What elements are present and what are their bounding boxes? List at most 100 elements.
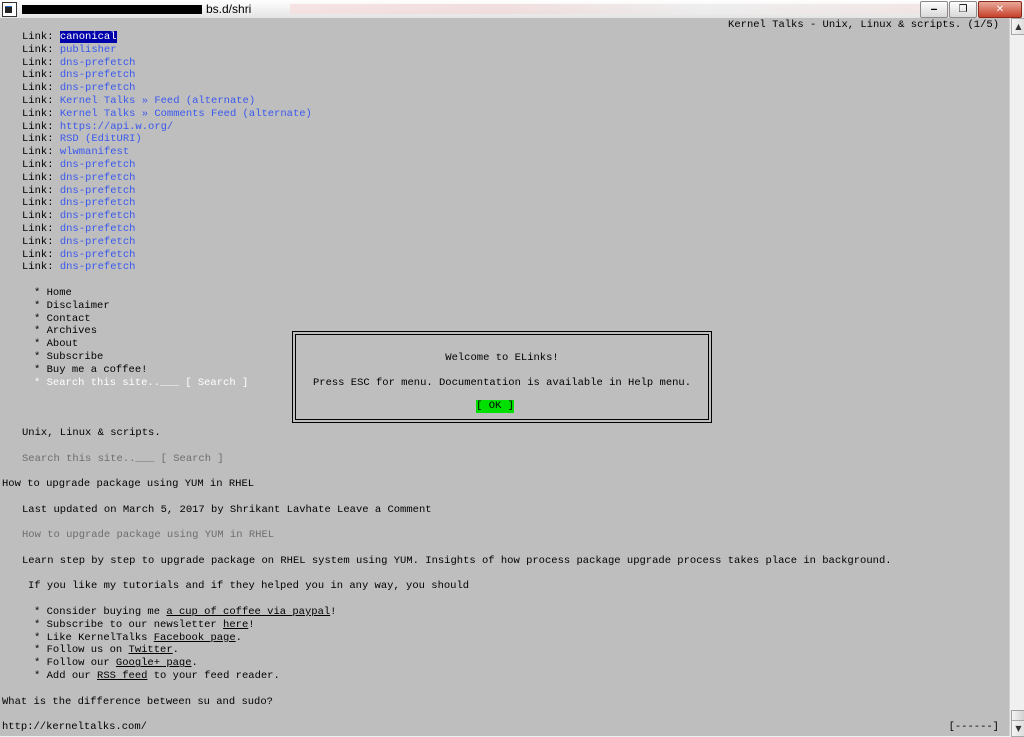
title-blur [290, 4, 980, 14]
cta-text: to your feed reader. [147, 670, 280, 682]
link-item[interactable]: dns-prefetch [60, 197, 136, 209]
bullet: * [34, 657, 47, 670]
link-row: Link: dns-prefetch [22, 185, 135, 198]
tutorial-line: If you like my tutorials and if they hel… [28, 580, 470, 592]
nav-item-label: Buy me a coffee! [46, 363, 148, 376]
link-item[interactable]: canonical [59, 31, 117, 43]
cta-item: * Like KernelTalks Facebook page. [34, 632, 242, 645]
link-item[interactable]: RSD (EditURI) [60, 133, 142, 145]
search-form[interactable]: Search this site..___ [ Search ] [22, 453, 224, 466]
nav-item[interactable]: * Disclaimer [34, 300, 110, 313]
cta-text: Add our [46, 670, 98, 682]
nav-item[interactable]: * Subscribe [34, 351, 103, 364]
link-item[interactable]: dns-prefetch [60, 82, 136, 94]
link-item[interactable]: Kernel Talks » Feed (alternate) [60, 95, 255, 107]
nav-item[interactable]: * Home [34, 287, 72, 300]
link-item[interactable]: dns-prefetch [60, 261, 136, 273]
close-button[interactable]: ✕ [978, 1, 1022, 18]
link-item[interactable]: https://api.w.org/ [60, 121, 173, 133]
bullet: * [34, 287, 47, 299]
link-item[interactable]: dns-prefetch [60, 185, 136, 197]
link-item[interactable]: dns-prefetch [60, 236, 136, 248]
post-intro: Learn step by step to upgrade package on… [22, 555, 892, 567]
cta-text: Follow us on [46, 644, 129, 657]
link-prefix: Link: [22, 235, 60, 248]
cta-link[interactable]: Google+ page [116, 657, 192, 669]
nav-item-label: Subscribe [46, 351, 104, 363]
terminal-icon[interactable] [2, 2, 17, 17]
link-item[interactable]: publisher [60, 44, 117, 56]
link-row: Link: dns-prefetch [22, 159, 135, 172]
next-heading[interactable]: What is the difference between su and su… [2, 696, 273, 709]
nav-item-label: Disclaimer [46, 299, 110, 312]
link-item[interactable]: dns-prefetch [60, 210, 136, 222]
cta-link[interactable]: RSS feed [97, 670, 147, 682]
page-header: Kernel Talks - Unix, Linux & scripts. (1… [728, 19, 999, 31]
bullet: * [34, 363, 47, 376]
post-title[interactable]: How to upgrade package using YUM in RHEL [2, 478, 254, 491]
minimize-button[interactable]: ‒ [920, 1, 948, 18]
link-prefix: Link: [22, 120, 60, 133]
bullet: * [34, 299, 47, 312]
post-image-alt: How to upgrade package using YUM in RHEL [22, 529, 275, 541]
link-row: Link: RSD (EditURI) [22, 133, 142, 146]
bullet: * [34, 631, 47, 644]
link-prefix: Link: [22, 248, 60, 261]
bullet: * [34, 644, 47, 657]
nav-item[interactable]: * Archives [34, 325, 97, 338]
link-row: Link: dns-prefetch [22, 236, 135, 249]
redacted-title [22, 5, 202, 14]
nav-item-label: Contact [46, 312, 91, 325]
link-row: Link: wlwmanifest [22, 146, 129, 159]
window-titlebar[interactable]: bs.d/shri ‒ ❐ ✕ [0, 0, 1024, 19]
cta-link[interactable]: Facebook page [154, 632, 236, 644]
link-item[interactable]: dns-prefetch [60, 57, 136, 69]
cta-text: . [191, 657, 198, 670]
link-row: Link: dns-prefetch [22, 223, 135, 236]
link-prefix: Link: [22, 223, 60, 235]
bullet: * [34, 606, 47, 618]
link-prefix: Link: [22, 261, 60, 274]
link-item[interactable]: dns-prefetch [60, 159, 136, 171]
cta-text: Follow our [46, 657, 116, 670]
cta-link[interactable]: here [223, 619, 248, 631]
link-row: Link: dns-prefetch [22, 57, 135, 70]
restore-button[interactable]: ❐ [949, 1, 977, 18]
link-prefix: Link: [22, 43, 60, 56]
vertical-scrollbar[interactable]: ▲ ▼ [1009, 18, 1024, 737]
cta-text: Subscribe to our newsletter [46, 618, 224, 631]
link-row: Link: dns-prefetch [22, 82, 135, 95]
dialog-message: Press ESC for menu. Documentation is ava… [312, 377, 692, 389]
link-item[interactable]: dns-prefetch [60, 172, 136, 184]
nav-item-label: Archives [46, 325, 98, 338]
elinks-terminal[interactable]: Kernel Talks - Unix, Linux & scripts. (1… [0, 18, 1009, 736]
link-item[interactable]: dns-prefetch [60, 223, 136, 235]
link-item[interactable]: wlwmanifest [60, 146, 129, 158]
bullet: * [34, 312, 47, 325]
cta-text: ! [248, 618, 255, 631]
link-row: Link: Kernel Talks » Comments Feed (alte… [22, 108, 312, 121]
link-prefix: Link: [22, 184, 60, 197]
ok-button[interactable]: [ OK ] [476, 400, 514, 413]
scroll-down-arrow-icon[interactable]: ▼ [1011, 720, 1024, 737]
link-prefix: Link: [22, 171, 60, 184]
cta-item: * Follow our Google+ page. [34, 657, 198, 670]
cta-link[interactable]: Twitter [129, 644, 173, 656]
cta-item: * Follow us on Twitter. [34, 644, 179, 657]
link-item[interactable]: dns-prefetch [60, 249, 136, 261]
cta-text: . [235, 631, 242, 644]
cta-text: Consider buying me [46, 606, 167, 618]
nav-item[interactable]: * Contact [34, 313, 91, 326]
nav-item[interactable]: * About [34, 338, 78, 351]
link-row: Link: dns-prefetch [22, 197, 135, 210]
nav-search[interactable]: * Search this site..___ [ Search ] [34, 377, 248, 390]
cta-link[interactable]: a cup of coffee via paypal [166, 606, 330, 618]
cta-text: . [172, 644, 179, 657]
scroll-up-arrow-icon[interactable]: ▲ [1011, 18, 1024, 35]
link-prefix: Link: [22, 133, 60, 146]
link-item[interactable]: dns-prefetch [60, 69, 136, 81]
nav-item[interactable]: * Buy me a coffee! [34, 364, 147, 377]
link-item[interactable]: Kernel Talks » Comments Feed (alternate) [60, 108, 312, 120]
link-prefix: Link: [22, 159, 60, 171]
link-row: Link: Kernel Talks » Feed (alternate) [22, 95, 255, 108]
